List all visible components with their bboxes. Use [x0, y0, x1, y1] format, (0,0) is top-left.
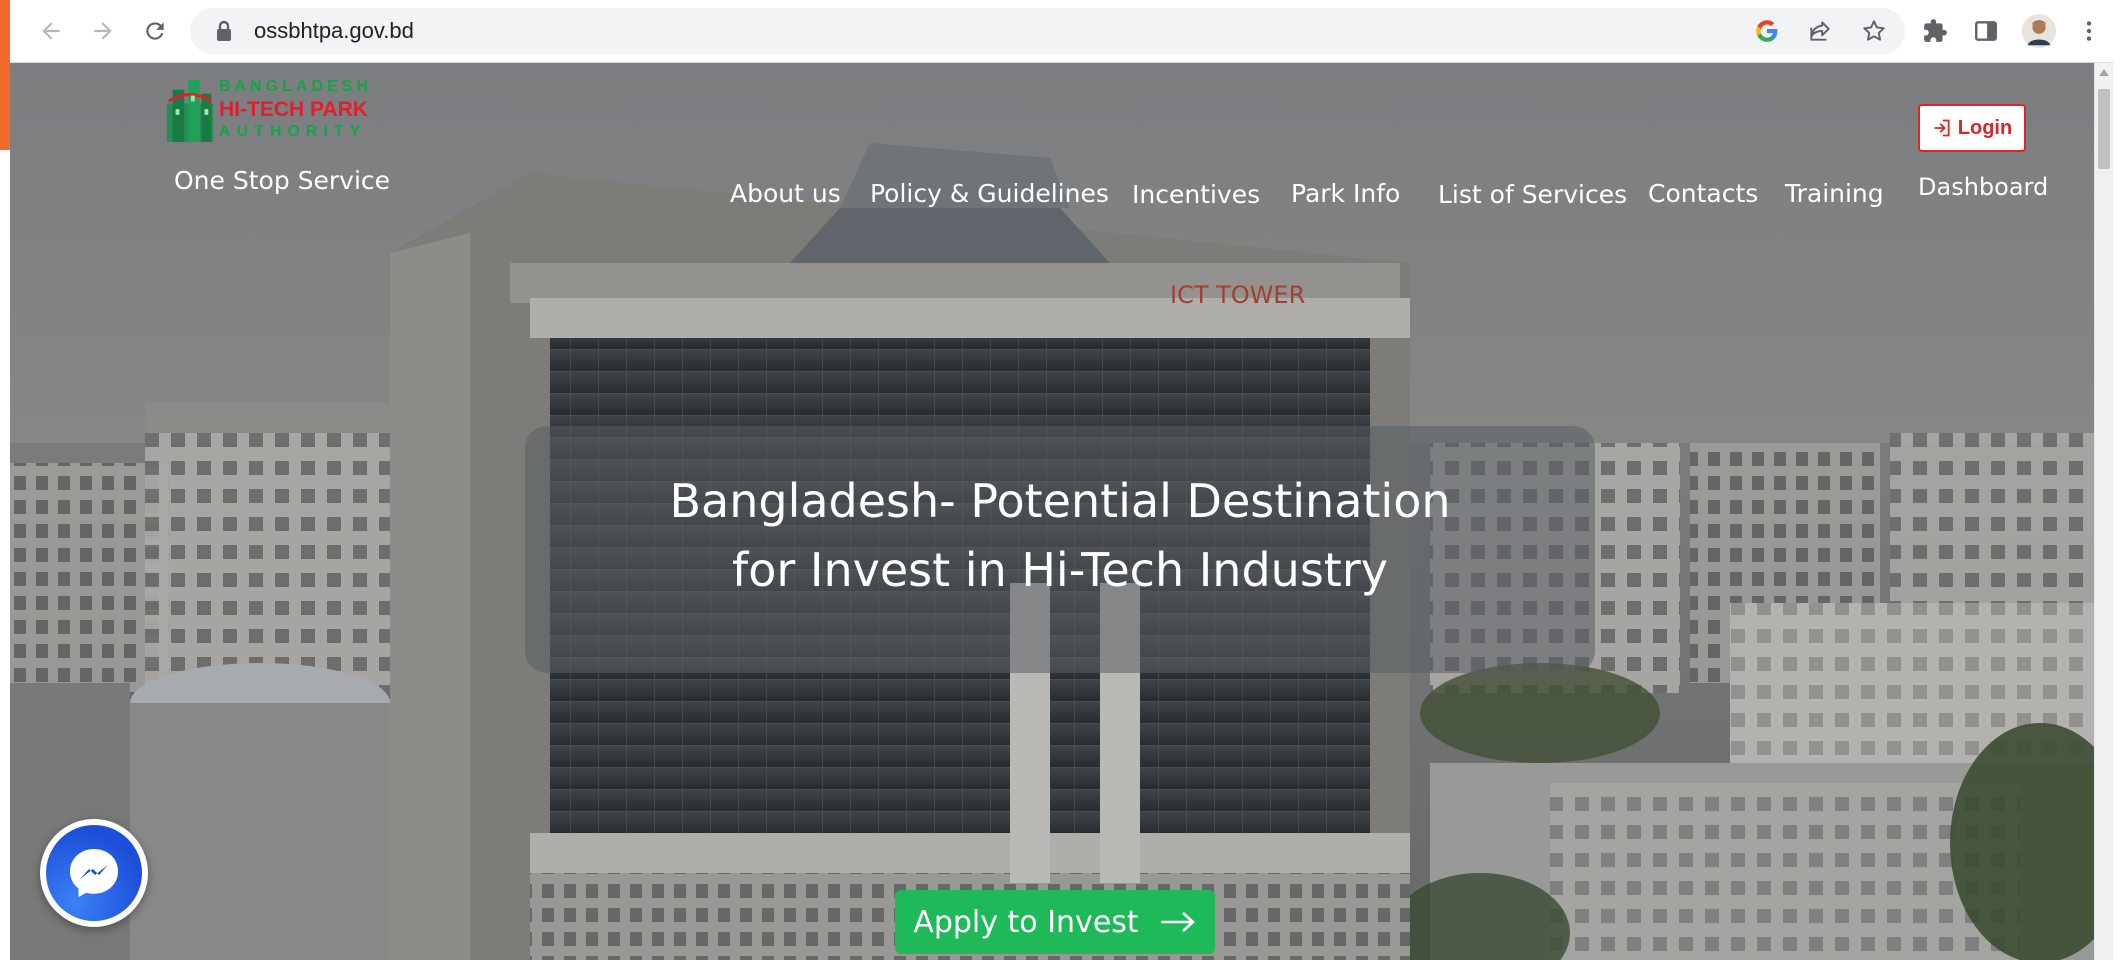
- site-logo[interactable]: BANGLADESH HI-TECH PARK AUTHORITY: [163, 75, 373, 147]
- google-icon: [1756, 20, 1778, 42]
- nav-list-of-services[interactable]: List of Services: [1438, 180, 1627, 209]
- scroll-thumb[interactable]: [2098, 89, 2110, 169]
- hero-title: Bangladesh- Potential Destination for In…: [525, 467, 1595, 605]
- dashboard-link[interactable]: Dashboard: [1918, 173, 2048, 201]
- browser-window: ossbhtpa.gov.bd ICT TOWER BANGLADESH HI-…: [10, 0, 2113, 960]
- share-icon: [1810, 21, 1830, 41]
- messenger-chat-button[interactable]: [40, 819, 148, 927]
- menu-dots-icon: [2086, 21, 2092, 41]
- reload-button[interactable]: [136, 12, 174, 50]
- messenger-icon: [70, 849, 118, 897]
- google-lens-button[interactable]: [1753, 17, 1781, 45]
- back-button[interactable]: [32, 12, 70, 50]
- profile-avatar: [2021, 13, 2057, 49]
- extensions-button[interactable]: [1916, 12, 1954, 50]
- reload-icon: [146, 22, 164, 40]
- page-viewport: ICT TOWER BANGLADESH HI-TECH PARK AUTHOR…: [10, 63, 2095, 960]
- chrome-menu-button[interactable]: [2070, 12, 2108, 50]
- side-panel-icon: [1975, 21, 1997, 41]
- lock-icon: [217, 20, 231, 41]
- login-button[interactable]: Login: [1918, 104, 2026, 152]
- logo-line-2: HI-TECH PARK: [219, 98, 368, 121]
- apply-to-invest-label: Apply to Invest: [913, 904, 1139, 940]
- vertical-scrollbar[interactable]: [2094, 63, 2113, 960]
- nav-park-info[interactable]: Park Info: [1291, 179, 1400, 208]
- nav-training[interactable]: Training: [1785, 179, 1884, 208]
- logo-line-1: BANGLADESH: [219, 78, 372, 95]
- login-label: Login: [1957, 116, 2013, 139]
- scroll-up-arrow[interactable]: [2099, 69, 2109, 76]
- arrow-right-icon: [1160, 912, 1195, 932]
- nav-policy-guidelines[interactable]: Policy & Guidelines: [870, 179, 1109, 208]
- nav-incentives[interactable]: Incentives: [1132, 180, 1260, 209]
- nav-about-us[interactable]: About us: [730, 179, 841, 208]
- forward-button[interactable]: [84, 12, 122, 50]
- profile-button[interactable]: [2020, 12, 2058, 50]
- hi-tech-park-logo-icon: [166, 80, 214, 142]
- forward-icon: [94, 22, 112, 40]
- apply-to-invest-button[interactable]: Apply to Invest: [895, 890, 1215, 954]
- bookmark-button[interactable]: [1860, 17, 1888, 45]
- nav-contacts[interactable]: Contacts: [1648, 179, 1758, 208]
- share-button[interactable]: [1806, 17, 1834, 45]
- star-icon: [1863, 20, 1885, 41]
- login-icon: [1934, 119, 1950, 137]
- logo-wordmark: BANGLADESH HI-TECH PARK AUTHORITY: [219, 79, 372, 140]
- site-tagline: One Stop Service: [174, 166, 391, 195]
- messenger-icon-bg: [46, 825, 142, 921]
- url-text: ossbhtpa.gov.bd: [254, 18, 414, 43]
- extensions-icon: [1924, 19, 1947, 42]
- browser-toolbar: ossbhtpa.gov.bd: [10, 0, 2113, 63]
- hero-title-line-1: Bangladesh- Potential Destination: [669, 474, 1451, 528]
- address-bar[interactable]: ossbhtpa.gov.bd: [190, 8, 1905, 54]
- back-icon: [42, 22, 60, 40]
- hero-title-line-2: for Invest in Hi-Tech Industry: [732, 543, 1388, 597]
- logo-line-3: AUTHORITY: [219, 123, 367, 140]
- side-panel-button[interactable]: [1967, 12, 2005, 50]
